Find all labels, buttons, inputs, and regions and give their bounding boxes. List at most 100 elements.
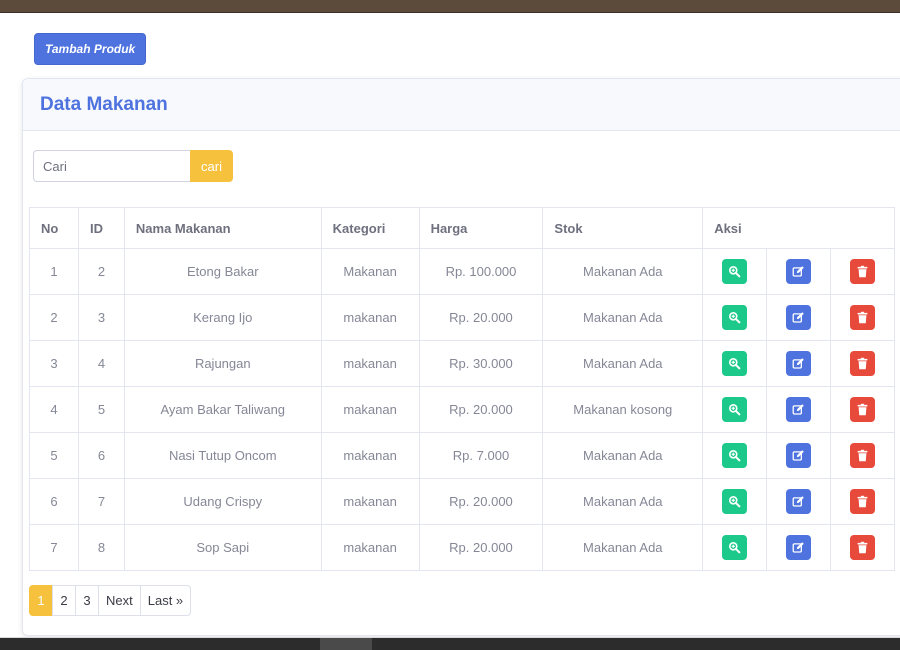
cell-action bbox=[702, 386, 768, 433]
edit-button[interactable] bbox=[786, 489, 812, 514]
delete-button[interactable] bbox=[850, 535, 876, 560]
view-button[interactable] bbox=[722, 397, 748, 422]
trash-icon bbox=[856, 403, 869, 416]
table-row: 1 2 Etong Bakar Makanan Rp. 100.000 Makanan A… bbox=[29, 248, 895, 295]
cell-no: 6 bbox=[29, 478, 79, 525]
page-1-button[interactable]: 1 bbox=[29, 585, 53, 616]
last-page-button[interactable]: Last » bbox=[139, 585, 192, 616]
header-stok: Stok bbox=[542, 207, 704, 249]
table-row: 2 3 Kerang Ijo makanan Rp. 20.000 Makanan Ada bbox=[29, 294, 895, 341]
trash-icon bbox=[856, 449, 869, 462]
main-content: Tambah Produk Data Makanan cari No ID Na… bbox=[0, 13, 900, 637]
cell-action bbox=[702, 478, 768, 525]
table-row: 5 6 Nasi Tutup Oncom makanan Rp. 7.000 Makana… bbox=[29, 432, 895, 479]
delete-button[interactable] bbox=[850, 443, 876, 468]
cell-kategori: Makanan bbox=[320, 248, 420, 295]
cell-harga: Rp. 30.000 bbox=[418, 340, 544, 387]
cell-no: 4 bbox=[29, 386, 79, 433]
search-input[interactable] bbox=[33, 150, 190, 182]
edit-button[interactable] bbox=[786, 351, 812, 376]
cell-nama-makanan: Ayam Bakar Taliwang bbox=[123, 386, 322, 433]
search-form: cari bbox=[33, 150, 233, 182]
cell-nama-makanan: Udang Crispy bbox=[123, 478, 322, 525]
cell-action bbox=[766, 432, 832, 479]
delete-button[interactable] bbox=[850, 489, 876, 514]
edit-icon bbox=[792, 311, 805, 324]
bottom-taskbar bbox=[0, 637, 900, 650]
search-plus-icon bbox=[728, 449, 741, 462]
view-button[interactable] bbox=[722, 443, 748, 468]
edit-icon bbox=[792, 403, 805, 416]
delete-button[interactable] bbox=[850, 351, 876, 376]
delete-button[interactable] bbox=[850, 397, 876, 422]
edit-icon bbox=[792, 541, 805, 554]
cell-stok: Makanan kosong bbox=[542, 386, 704, 433]
search-plus-icon bbox=[728, 541, 741, 554]
next-page-button[interactable]: Next bbox=[98, 585, 141, 616]
taskbar-item[interactable] bbox=[320, 638, 372, 650]
cell-id: 6 bbox=[77, 432, 125, 479]
page-2-button[interactable]: 2 bbox=[52, 585, 76, 616]
cell-harga: Rp. 7.000 bbox=[418, 432, 544, 479]
cell-no: 5 bbox=[29, 432, 79, 479]
search-button[interactable]: cari bbox=[190, 150, 233, 182]
cell-stok: Makanan Ada bbox=[542, 478, 704, 525]
cell-stok: Makanan Ada bbox=[542, 294, 704, 341]
add-product-button[interactable]: Tambah Produk bbox=[34, 33, 147, 65]
header-no: No bbox=[29, 207, 79, 249]
edit-icon bbox=[792, 495, 805, 508]
table-row: 4 5 Ayam Bakar Taliwang makanan Rp. 20.000 Ma… bbox=[29, 386, 895, 433]
cell-stok: Makanan Ada bbox=[542, 340, 704, 387]
data-card: Data Makanan cari No ID Nama Makanan Kat… bbox=[22, 78, 900, 636]
cell-kategori: makanan bbox=[320, 524, 420, 571]
cell-action bbox=[830, 432, 895, 479]
view-button[interactable] bbox=[722, 305, 748, 330]
cell-id: 7 bbox=[77, 478, 125, 525]
cell-action bbox=[830, 524, 895, 571]
edit-button[interactable] bbox=[786, 397, 812, 422]
pagination: 1 2 3 Next Last » bbox=[29, 585, 192, 616]
card-header: Data Makanan bbox=[23, 79, 900, 131]
cell-nama-makanan: Rajungan bbox=[123, 340, 322, 387]
cell-id: 3 bbox=[77, 294, 125, 341]
cell-action bbox=[830, 340, 895, 387]
cell-action bbox=[766, 478, 832, 525]
edit-button[interactable] bbox=[786, 305, 812, 330]
food-table: No ID Nama Makanan Kategori Harga Stok A… bbox=[29, 207, 895, 571]
header-id: ID bbox=[77, 207, 125, 249]
top-window-bar bbox=[0, 0, 900, 13]
edit-icon bbox=[792, 449, 805, 462]
cell-harga: Rp. 20.000 bbox=[418, 386, 544, 433]
cell-action bbox=[766, 386, 832, 433]
search-plus-icon bbox=[728, 403, 741, 416]
delete-button[interactable] bbox=[850, 259, 876, 284]
table-row: 3 4 Rajungan makanan Rp. 30.000 Makanan Ada bbox=[29, 340, 895, 387]
view-button[interactable] bbox=[722, 259, 748, 284]
cell-kategori: makanan bbox=[320, 386, 420, 433]
cell-id: 2 bbox=[77, 248, 125, 295]
view-button[interactable] bbox=[722, 535, 748, 560]
search-plus-icon bbox=[728, 495, 741, 508]
cell-stok: Makanan Ada bbox=[542, 432, 704, 479]
cell-id: 8 bbox=[77, 524, 125, 571]
edit-button[interactable] bbox=[786, 443, 812, 468]
search-plus-icon bbox=[728, 311, 741, 324]
trash-icon bbox=[856, 495, 869, 508]
cell-id: 4 bbox=[77, 340, 125, 387]
cell-kategori: makanan bbox=[320, 340, 420, 387]
page-3-button[interactable]: 3 bbox=[75, 585, 99, 616]
edit-button[interactable] bbox=[786, 259, 812, 284]
trash-icon bbox=[856, 265, 869, 278]
trash-icon bbox=[856, 357, 869, 370]
header-aksi: Aksi bbox=[702, 207, 895, 249]
search-plus-icon bbox=[728, 265, 741, 278]
view-button[interactable] bbox=[722, 489, 748, 514]
trash-icon bbox=[856, 311, 869, 324]
delete-button[interactable] bbox=[850, 305, 876, 330]
cell-nama-makanan: Kerang Ijo bbox=[123, 294, 322, 341]
view-button[interactable] bbox=[722, 351, 748, 376]
edit-button[interactable] bbox=[786, 535, 812, 560]
cell-no: 1 bbox=[29, 248, 79, 295]
table-header-row: No ID Nama Makanan Kategori Harga Stok A… bbox=[29, 207, 895, 249]
trash-icon bbox=[856, 541, 869, 554]
